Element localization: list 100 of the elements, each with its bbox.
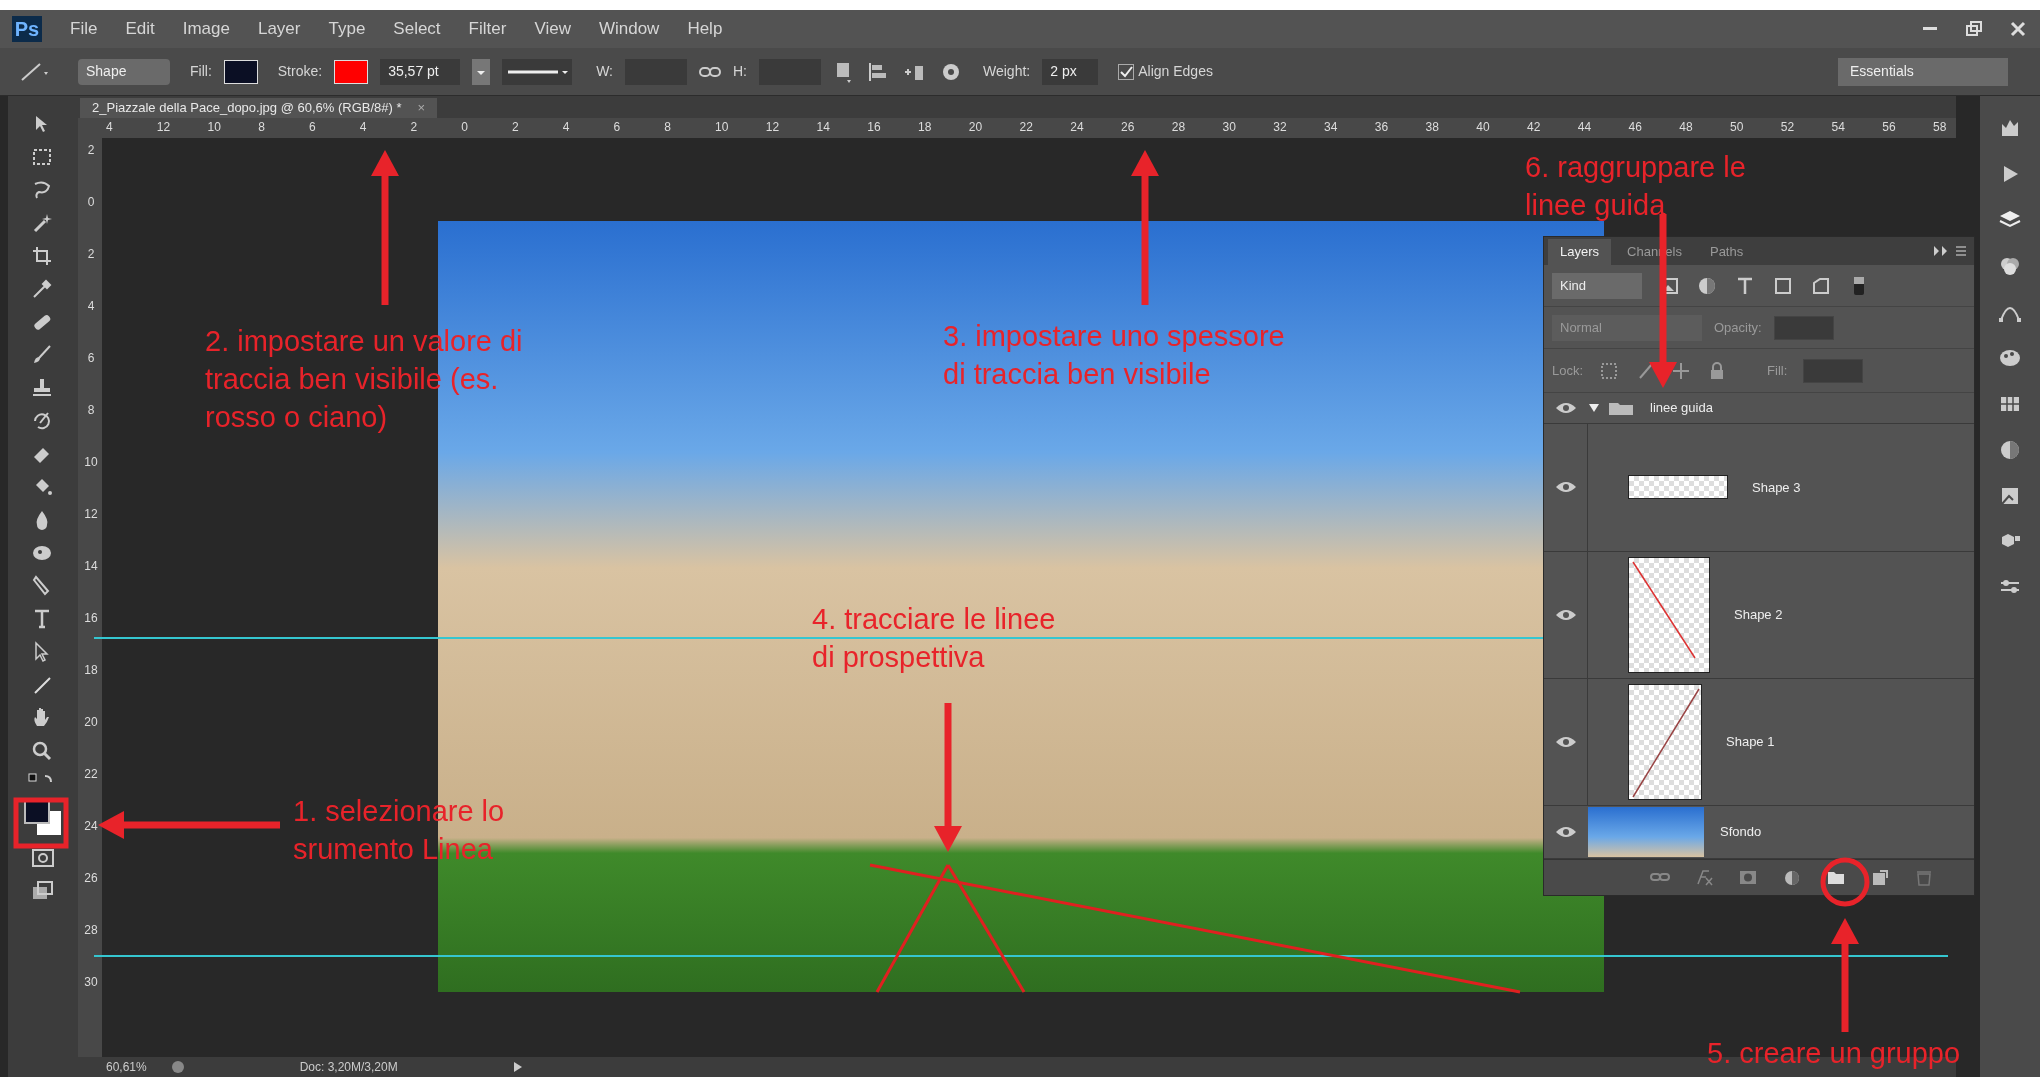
stroke-swatch[interactable] [334, 59, 369, 84]
ruler-number: 30 [1222, 119, 1236, 136]
ruler-number: 12 [156, 119, 171, 136]
quick-mask-icon[interactable] [30, 846, 56, 870]
ruler-number: 12 [84, 508, 98, 521]
ruler-number: 38 [1425, 119, 1439, 136]
ruler-number: 4 [86, 300, 96, 313]
menu-item[interactable]: Select [393, 16, 441, 42]
ruler-number: 12 [765, 119, 780, 136]
layer-name[interactable]: Shape 1 [1726, 732, 1775, 752]
ruler-number: 34 [1324, 119, 1338, 136]
filter-kind-dropdown[interactable]: Kind [1552, 272, 1642, 299]
ruler-number: 28 [84, 924, 98, 937]
ruler-number: 2 [86, 144, 96, 157]
ruler-number: 4 [359, 119, 367, 136]
ruler-number: 22 [84, 768, 98, 781]
ruler-number: 26 [84, 872, 98, 885]
panel-tab[interactable]: Paths [1697, 239, 1756, 265]
ruler-number: 44 [1577, 119, 1592, 136]
visibility-eye-icon[interactable] [1555, 401, 1577, 416]
ruler-number: 52 [1780, 119, 1795, 136]
menu-item[interactable]: Layer [257, 16, 301, 42]
opacity-field[interactable] [1773, 315, 1834, 340]
ruler-number: 4 [562, 119, 570, 136]
ruler-number: 0 [86, 196, 96, 209]
link-icon[interactable] [699, 64, 721, 79]
menu-item[interactable]: Image [182, 16, 230, 42]
visibility-eye-icon[interactable] [1554, 480, 1577, 495]
menu-item[interactable]: Help [687, 16, 723, 42]
stroke-width-field[interactable]: 35,57 pt [380, 58, 461, 85]
menu-item[interactable]: Edit [125, 16, 155, 42]
ruler-number: 46 [1628, 119, 1642, 136]
ruler-number: 36 [1374, 119, 1389, 136]
ruler-number: 6 [613, 119, 621, 136]
ruler-number: 32 [1273, 119, 1287, 136]
menu-item[interactable]: View [534, 16, 571, 42]
info-icon[interactable] [170, 1060, 185, 1074]
ruler-number: 48 [1679, 119, 1693, 136]
annotation-text: 5. creare un gruppo [1707, 1036, 1962, 1071]
visibility-eye-icon[interactable] [1555, 825, 1577, 840]
ruler-number: 6 [86, 352, 96, 365]
ruler-number: 54 [1831, 119, 1845, 136]
ruler-number: 14 [84, 560, 98, 573]
restore-icon[interactable] [1964, 19, 1984, 39]
annotation-text: 6. raggruppare le linee guida [1525, 150, 1747, 223]
stroke-style-dropdown[interactable] [502, 58, 573, 85]
dropdown-caret-icon[interactable] [472, 58, 491, 85]
menu-item[interactable]: Filter [468, 16, 507, 42]
ruler-number: 14 [816, 119, 830, 136]
ruler-number: 30 [84, 976, 98, 989]
menu-item[interactable]: File [70, 16, 98, 42]
layer-style-icon[interactable] [1694, 867, 1714, 888]
close-icon[interactable] [2008, 19, 2028, 39]
new-layer-icon[interactable] [1870, 867, 1890, 888]
panel-tab[interactable]: Layers [1548, 239, 1612, 265]
weight-label: Weight: [983, 62, 1031, 81]
ruler-number: 2 [410, 119, 418, 136]
ruler-number: 8 [258, 119, 265, 136]
layer-name[interactable]: Shape 2 [1734, 605, 1783, 625]
ruler-number: 2 [512, 119, 519, 136]
visibility-eye-icon[interactable] [1554, 607, 1577, 622]
menu-item[interactable]: Type [328, 16, 366, 42]
ruler-number: 16 [867, 119, 881, 136]
ruler-number: 10 [715, 119, 729, 136]
ruler-number: 50 [1730, 119, 1744, 136]
align-edges-checkbox[interactable]: Align Edges [1118, 61, 1213, 82]
ruler-number: 18 [84, 664, 98, 677]
workspace-dropdown[interactable]: Essentials [1838, 57, 2008, 86]
adjustments-icon[interactable] [1998, 438, 2022, 462]
ruler-number: 22 [1019, 119, 1033, 136]
highlight-box [13, 797, 69, 849]
play-icon[interactable] [512, 1061, 523, 1073]
lock-pixels-icon[interactable] [1599, 360, 1620, 381]
layer-name[interactable]: Shape 3 [1752, 477, 1801, 498]
menu-item[interactable]: Window [598, 16, 660, 42]
fill-swatch[interactable] [223, 59, 258, 84]
checkmark-icon [1119, 64, 1134, 79]
document-size: Doc: 3,20M/3,20M [298, 1059, 399, 1076]
weight-field[interactable]: 2 px [1042, 58, 1099, 85]
zoom-level[interactable]: 60,61% [106, 1058, 147, 1076]
ruler-number: 20 [84, 716, 98, 729]
move-icon[interactable] [1671, 360, 1692, 381]
height-label: H: [733, 62, 747, 81]
tool-mode-dropdown[interactable]: Shape [78, 58, 170, 85]
layer-name[interactable]: Sfondo [1720, 822, 1762, 842]
opacity-label: Opacity: [1714, 318, 1762, 337]
annotation-text: 4. tracciare le linee di prospettiva [812, 602, 1057, 675]
document-tab[interactable]: 2_Piazzale della Pace_dopo.jpg @ 60,6% (RGB/8#) * × [80, 98, 438, 118]
fill-field[interactable] [1803, 358, 1864, 383]
ruler-number: 56 [1882, 119, 1896, 136]
width-label: W: [596, 62, 613, 81]
ruler-number: 2 [86, 248, 96, 261]
layer-name[interactable]: linee guida [1650, 398, 1713, 418]
annotation-text: 3. impostare uno spessore di traccia ben visibile [943, 319, 1286, 392]
visibility-eye-icon[interactable] [1554, 735, 1577, 749]
close-tab-button[interactable]: × [417, 98, 426, 118]
ruler-number: 10 [207, 119, 221, 136]
highlight-circle [1820, 857, 1870, 907]
stroke-label: Stroke: [277, 62, 323, 81]
ruler-number: 4 [106, 119, 113, 136]
